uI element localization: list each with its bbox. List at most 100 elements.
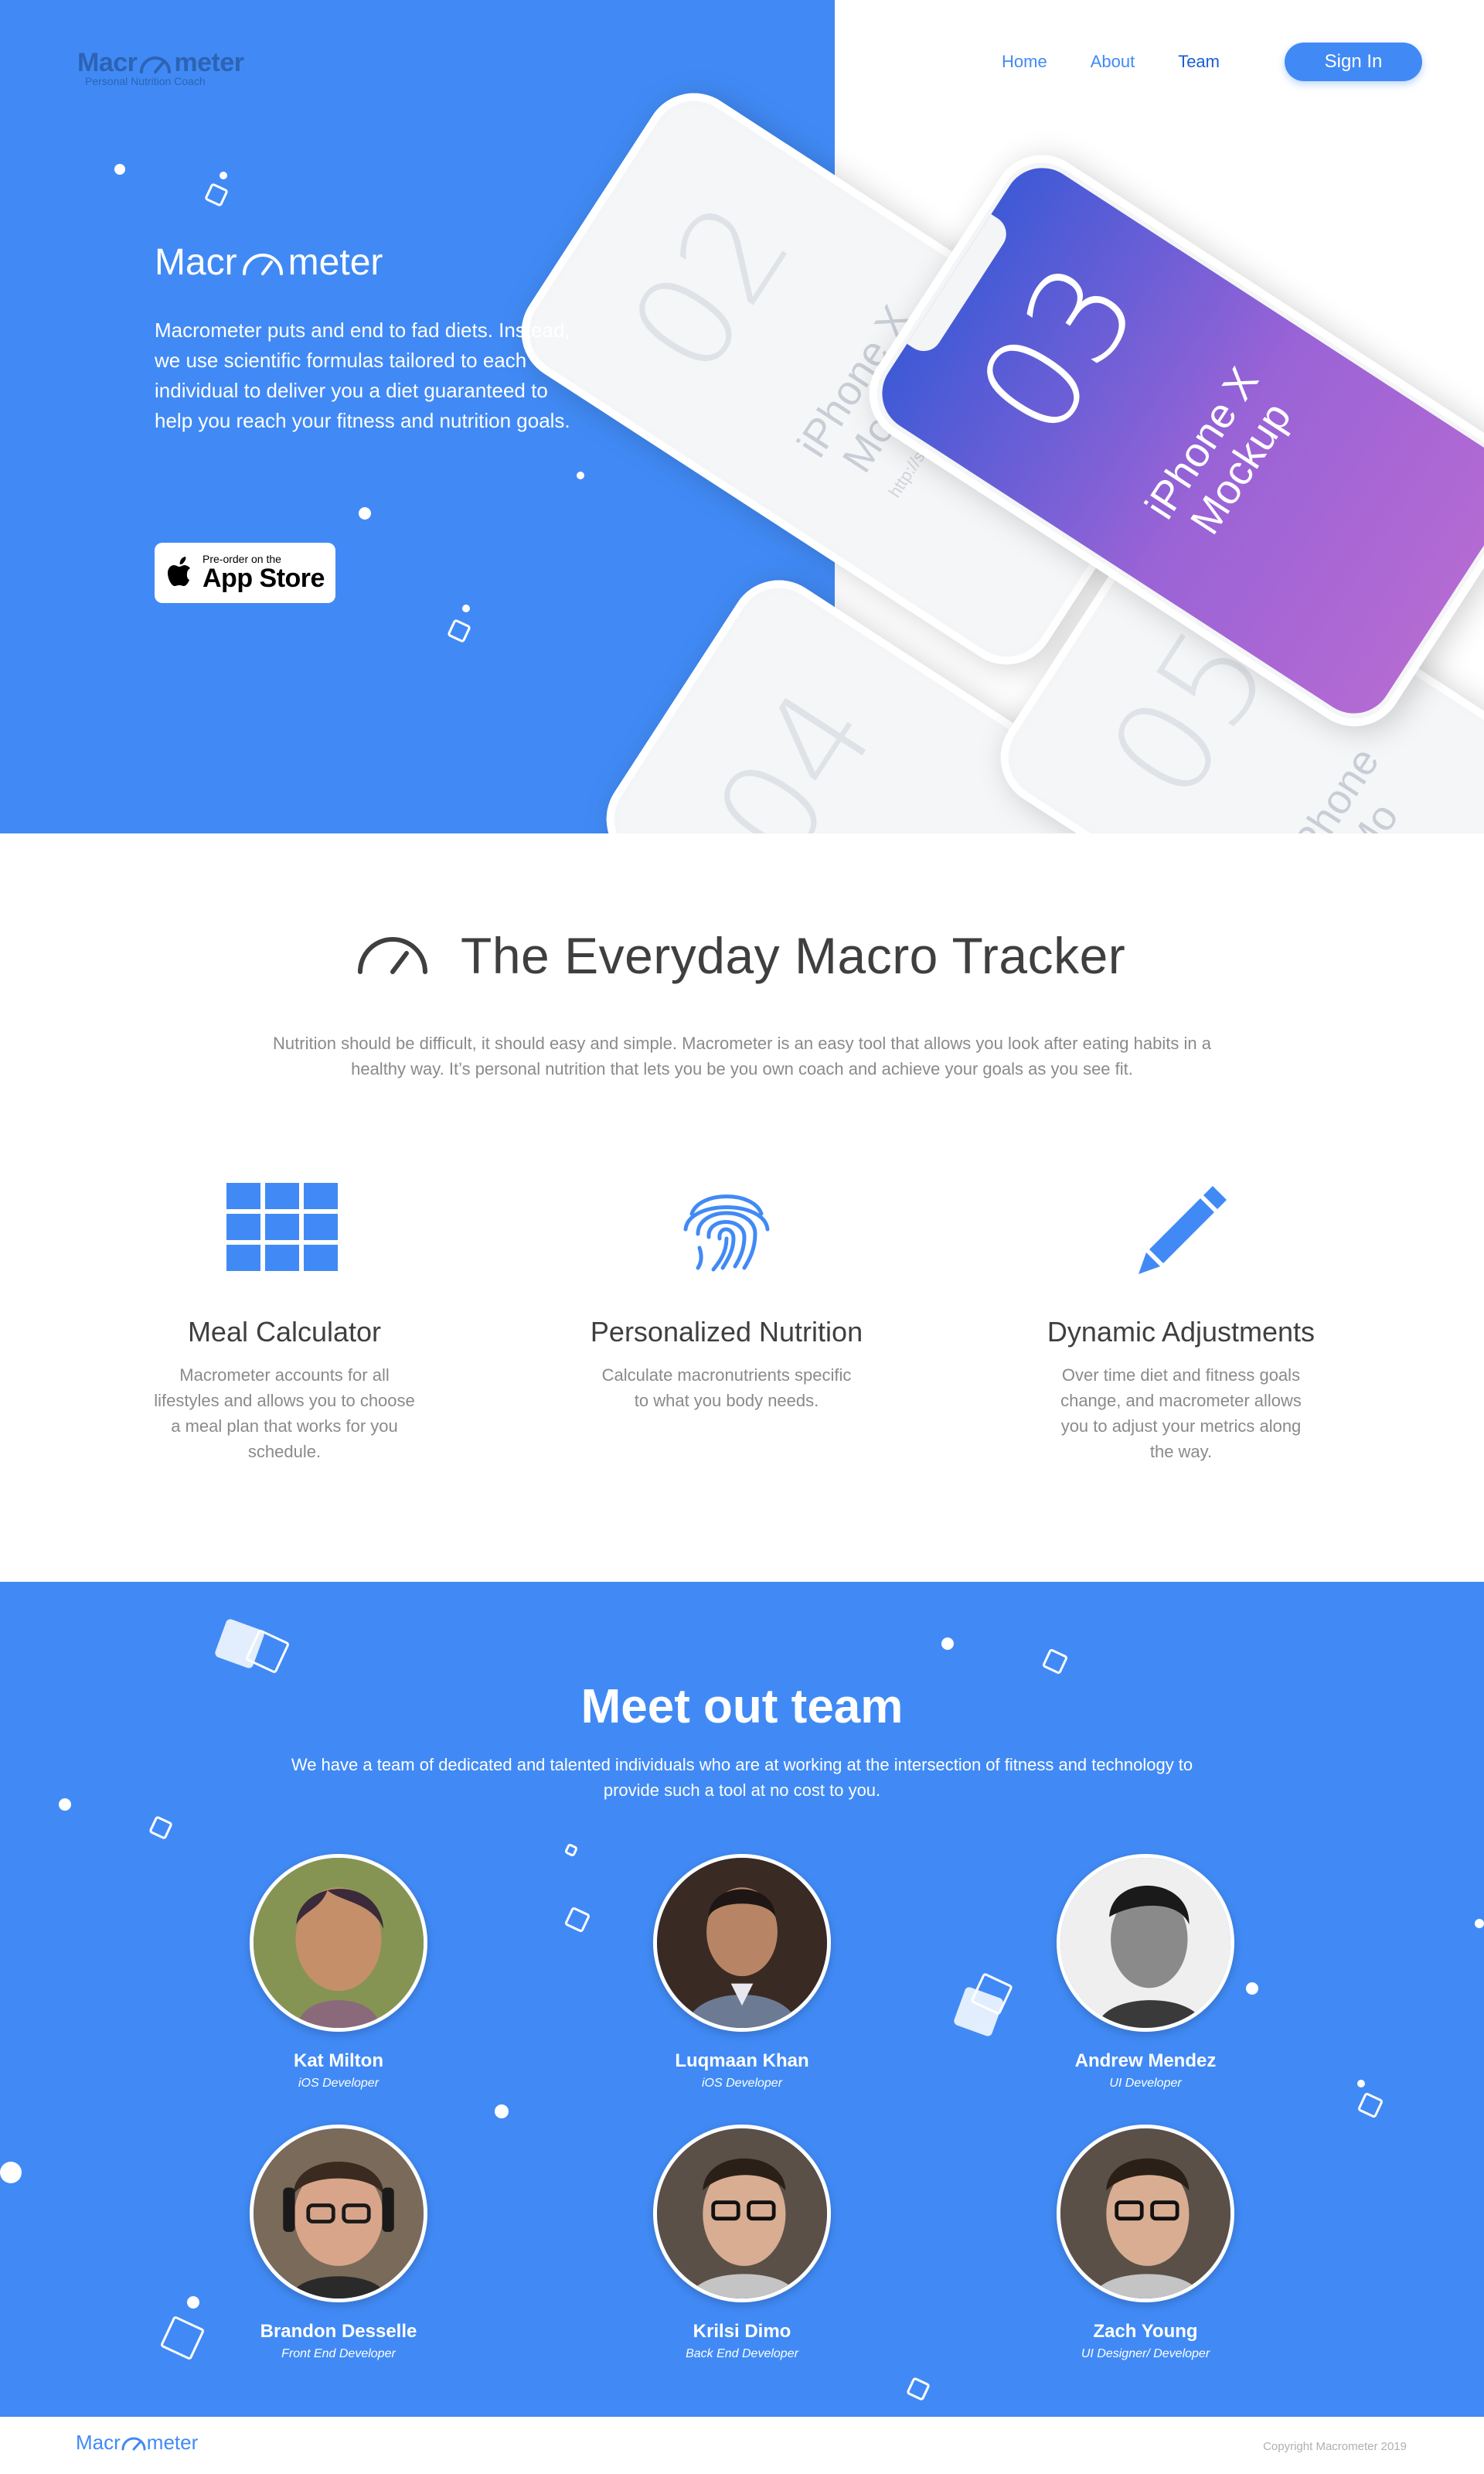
- phone-number: 05: [1080, 601, 1300, 826]
- team-member: Kat Milton iOS Developer: [223, 1854, 454, 2091]
- decor-dot: [941, 1637, 954, 1650]
- app-store-small-text: Pre-order on the: [203, 553, 281, 565]
- avatar: [1057, 2125, 1234, 2302]
- pencil-icon: [1139, 1186, 1227, 1274]
- member-role: iOS Developer: [701, 2077, 783, 2090]
- feature-meal-calculator: Meal Calculator Macrometer accounts for …: [122, 1183, 447, 1464]
- decor-dot: [220, 172, 227, 179]
- avatar: [250, 2125, 427, 2302]
- decor-dot: [359, 507, 371, 520]
- fingerprint-icon: [683, 1194, 770, 1272]
- apple-icon: [168, 557, 190, 586]
- member-role: iOS Developer: [298, 2077, 380, 2090]
- decor-square: [1356, 2091, 1384, 2119]
- team-member: Luqmaan Khan iOS Developer: [626, 1854, 858, 2091]
- phone-label: Mockup: [1181, 394, 1301, 543]
- feature-title: Personalized Nutrition: [590, 1316, 863, 1348]
- decor-square: [148, 1815, 173, 1840]
- team-member: Brandon Desselle Front End Developer: [223, 2125, 454, 2361]
- footer: Macr meter Copyright Macrometer 2019: [0, 2417, 1484, 2474]
- site-logo[interactable]: Macr meter Personal Nutrition Coach: [77, 48, 244, 87]
- avatar: [653, 2125, 831, 2302]
- speedometer-icon: [358, 937, 427, 974]
- feature-title: Dynamic Adjustments: [1047, 1316, 1316, 1348]
- hero-description: Macrometer puts and end to fad diets. In…: [155, 319, 570, 432]
- speedometer-icon: [140, 56, 172, 73]
- team-member: Zach Young UI Designer/ Developer: [1030, 2125, 1261, 2361]
- phone-number: 03: [948, 238, 1169, 462]
- member-role: Back End Developer: [686, 2347, 798, 2360]
- nav-team[interactable]: Team: [1178, 52, 1220, 72]
- grid-icon: [226, 1183, 338, 1271]
- phone-mockup-03: 03 iPhone X Mockup: [850, 136, 1484, 745]
- member-role: UI Developer: [1109, 2077, 1182, 2090]
- team-section: Meet out team We have a team of dedicate…: [0, 1582, 1484, 2417]
- phone-url: http://store.graphics: [884, 365, 982, 501]
- footer-logo-right: meter: [146, 2431, 199, 2454]
- decor-square: [1041, 1648, 1069, 1675]
- feature-dynamic-adjustments: Dynamic Adjustments Over time diet and f…: [1019, 1183, 1343, 1464]
- team-description: We have a team of dedicated and talented…: [291, 1755, 1193, 1800]
- feature-personalized-nutrition: Personalized Nutrition Calculate macronu…: [564, 1183, 889, 1413]
- hero-title-right: meter: [288, 242, 383, 283]
- tracker-title: The Everyday Macro Tracker: [461, 927, 1126, 984]
- team-member: Krilsi Dimo Back End Developer: [626, 2125, 858, 2361]
- decor-square: [159, 2315, 206, 2361]
- tracker-heading: The Everyday Macro Tracker: [356, 926, 1125, 985]
- hero-title-left: Macr: [155, 242, 237, 283]
- phone-url: http: [1323, 727, 1484, 833]
- nav-home[interactable]: Home: [1002, 52, 1047, 72]
- decor-square: [563, 1906, 591, 1934]
- member-role: Front End Developer: [281, 2347, 396, 2360]
- footer-logo[interactable]: Macr meter: [76, 2431, 198, 2455]
- hero-title: Macr meter: [155, 241, 383, 284]
- member-name: Kat Milton: [294, 2050, 383, 2071]
- speedometer-icon: [121, 2437, 146, 2450]
- member-role: UI Designer/ Developer: [1081, 2347, 1210, 2360]
- hero-section: 02 iPhone X Mockup http://store.graphics …: [0, 0, 1484, 833]
- page: 02 iPhone X Mockup http://store.graphics …: [0, 0, 1484, 2474]
- member-name: Brandon Desselle: [260, 2321, 417, 2342]
- nav-about[interactable]: About: [1091, 52, 1135, 72]
- app-store-big-text: App Store: [203, 564, 325, 593]
- decor-dot: [0, 2162, 22, 2183]
- copyright-text: Copyright Macrometer 2019: [1263, 2440, 1407, 2453]
- feature-text: Calculate macronutrients specific to wha…: [601, 1365, 852, 1410]
- phone-notch: [907, 213, 1013, 359]
- member-name: Zach Young: [1093, 2321, 1198, 2342]
- decor-dot: [1475, 1919, 1484, 1928]
- decor-dot: [114, 164, 125, 175]
- phone-mockup-05: 05 iPhoneMo http: [982, 499, 1484, 833]
- avatar: [1057, 1854, 1234, 2032]
- decor-square: [563, 1842, 579, 1858]
- phone-label: Mockup: [833, 332, 953, 481]
- decor-dot: [1357, 2080, 1365, 2087]
- team-title: Meet out team: [580, 1680, 904, 1733]
- logo-text-right: meter: [174, 48, 244, 77]
- tracker-description: Nutrition should be difficult, it should…: [273, 1034, 1211, 1079]
- decor-dot: [495, 2104, 509, 2118]
- feature-text: Macrometer accounts for all lifestyles a…: [154, 1365, 415, 1461]
- decor-dot: [577, 472, 584, 479]
- decor-square: [906, 2377, 931, 2401]
- phone-label: iPhone X: [1136, 360, 1268, 527]
- avatar: [250, 1854, 427, 2032]
- footer-logo-left: Macr: [76, 2431, 121, 2454]
- feature-title: Meal Calculator: [187, 1316, 382, 1348]
- tracker-section: The Everyday Macro Tracker Nutrition sho…: [0, 833, 1484, 1583]
- speedometer-icon: [242, 253, 283, 275]
- decor-dot: [187, 2296, 199, 2309]
- avatar: [653, 1854, 831, 2032]
- decor-dot: [59, 1798, 71, 1811]
- team-member: Andrew Mendez UI Developer: [1030, 1854, 1261, 2091]
- member-name: Krilsi Dimo: [693, 2321, 791, 2342]
- logo-text-left: Macr: [77, 48, 138, 77]
- phone-label: iPhone: [1278, 739, 1388, 833]
- sign-in-button[interactable]: Sign In: [1284, 43, 1422, 81]
- decor-dot: [462, 605, 470, 612]
- main-nav: Home About Team Sign In: [1002, 43, 1422, 81]
- member-name: Andrew Mendez: [1074, 2050, 1217, 2071]
- phone-label: Mo: [1336, 795, 1407, 833]
- app-store-button[interactable]: Pre-order on the App Store: [155, 543, 335, 603]
- member-name: Luqmaan Khan: [675, 2050, 809, 2071]
